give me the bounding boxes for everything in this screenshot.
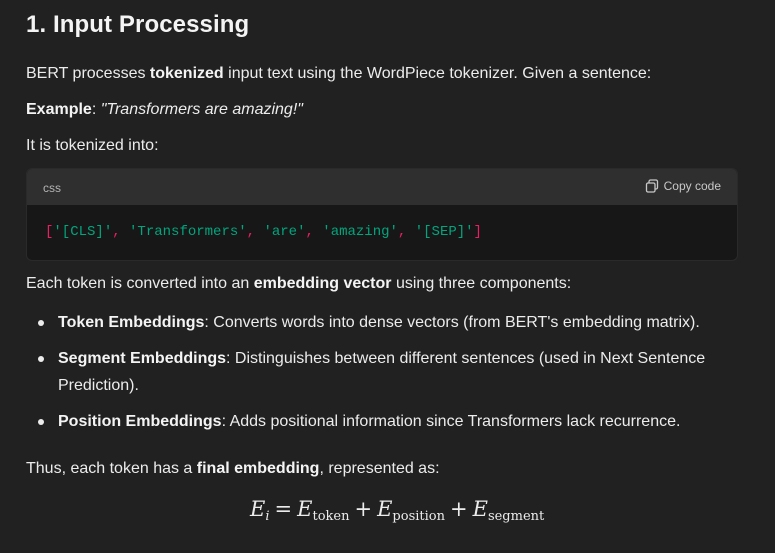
copy-code-label: Copy code [663,179,721,193]
intro-bold: tokenized [149,65,224,82]
code-comma: , [305,224,323,240]
formula-subscript-segment: segment [487,509,545,524]
tokenized-paragraph: It is tokenized into: [26,137,159,154]
code-language-label: css [43,181,61,195]
formula-plus: + [354,497,373,521]
formula-subscript-token: token [312,509,350,524]
formula-lhs-subscript: i [265,509,270,524]
bullet-dot [38,320,44,326]
code-comma: , [397,224,415,240]
example-sentence: "Transformers are amazing!" [100,101,303,118]
formula-term: E [377,497,393,521]
example-paragraph: Example: "Transformers are amazing!" [26,99,303,121]
formula-plus: + [449,497,468,521]
final-post: , represented as: [319,460,440,477]
embedding-formula: Ei = Etoken + Eposition + Esegment [250,497,544,524]
list-item: Segment Embeddings: Distinguishes betwee… [26,345,726,399]
example-label: Example [26,101,92,118]
embed-intro-pre: Each token is converted into an [26,275,254,292]
code-token: '[SEP]' [414,224,474,240]
code-header: css Copy code [27,169,737,205]
embedding-components-list: Token Embeddings: Converts words into de… [26,309,726,435]
embed-intro-bold: embedding vector [253,275,392,292]
final-embedding-paragraph: Thus, each token has a final embedding, … [26,458,440,480]
code-comma: , [112,224,130,240]
embedding-intro-paragraph: Each token is converted into an embeddin… [26,273,571,295]
list-item: Position Embeddings: Adds positional inf… [26,408,726,435]
formula-equals: = [274,497,293,521]
copy-code-button[interactable]: Copy code [645,179,721,193]
example-sep: : [91,101,101,118]
embed-intro-post: using three components: [391,275,572,292]
list-item-text: : Adds positional information since Tran… [221,413,681,430]
section-title: 1. Input Processing [26,11,250,38]
code-content[interactable]: ['[CLS]', 'Transformers', 'are', 'amazin… [45,224,482,240]
list-item: Token Embeddings: Converts words into de… [26,309,726,336]
bullet-dot [38,419,44,425]
final-bold: final embedding [196,460,320,477]
formula-term: E [472,497,488,521]
formula-subscript-position: position [392,509,445,524]
list-item-title: Segment Embeddings [58,350,227,367]
final-pre: Thus, each token has a [26,460,197,477]
list-item-text: : Converts words into dense vectors (fro… [204,314,700,331]
code-comma: , [246,224,264,240]
bullet-dot [38,356,44,362]
code-close-bracket: ] [473,224,482,240]
formula-lhs: E [250,497,266,521]
list-item-title: Token Embeddings [58,314,205,331]
intro-text-pre: BERT processes [26,65,150,82]
code-token: 'are' [263,224,306,240]
formula-term: E [297,497,313,521]
intro-text-post: input text using the WordPiece tokenizer… [223,65,652,82]
code-block: css Copy code ['[CLS]', 'Transformers', … [26,168,738,261]
code-token: '[CLS]' [53,224,113,240]
copy-icon [645,179,659,193]
code-token: 'amazing' [322,224,398,240]
intro-paragraph: BERT processes tokenized input text usin… [26,63,651,85]
list-item-title: Position Embeddings [58,413,222,430]
code-token: 'Transformers' [129,224,247,240]
